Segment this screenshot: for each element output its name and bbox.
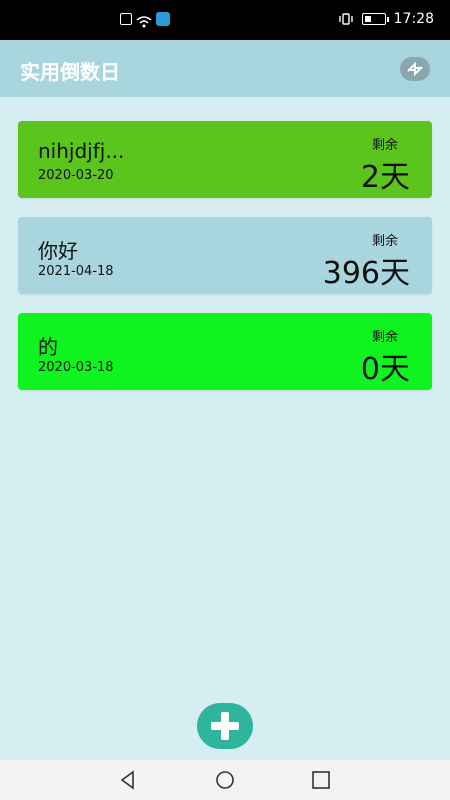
sort-icon [407,61,423,77]
ai-app-icon [156,12,170,26]
battery-icon [361,13,389,25]
plus-icon [211,712,239,740]
recent-apps-button[interactable] [309,769,333,791]
app-bar: 实用倒数日 [0,40,450,97]
home-button[interactable] [213,769,237,791]
remaining-label: 剩余 [371,234,398,249]
days-remaining: 0天 [360,352,410,387]
sim-icon [120,13,132,25]
status-icons-right: 17:28 [338,11,434,27]
home-icon [216,771,234,789]
add-event-button[interactable] [197,703,253,749]
remaining-label: 剩余 [371,138,398,153]
back-button[interactable] [116,769,140,791]
remaining-label: 剩余 [371,330,398,345]
event-date: 2020-03-18 [38,360,114,375]
status-icons-center [120,12,170,28]
event-date: 2021-04-18 [38,264,114,279]
wifi-icon [136,13,152,28]
event-card[interactable]: 你好 2021-04-18 剩余 396天 [18,217,432,294]
recent-apps-icon [312,771,330,789]
app-title: 实用倒数日 [20,60,120,84]
event-date: 2020-03-20 [38,168,114,183]
system-nav-bar [0,760,450,800]
sort-button[interactable] [400,57,430,81]
back-icon [120,770,134,790]
event-name: 你好 [38,239,78,263]
event-name: 的 [38,335,58,359]
event-card[interactable]: nihjdjfj... 2020-03-20 剩余 2天 [18,121,432,198]
days-remaining: 396天 [322,256,410,291]
event-card[interactable]: 的 2020-03-18 剩余 0天 [18,313,432,390]
days-remaining: 2天 [360,160,410,195]
event-name: nihjdjfj... [38,139,125,163]
status-bar: 17:28 [0,0,450,40]
status-time: 17:28 [393,11,434,27]
vibrate-icon [338,13,354,25]
